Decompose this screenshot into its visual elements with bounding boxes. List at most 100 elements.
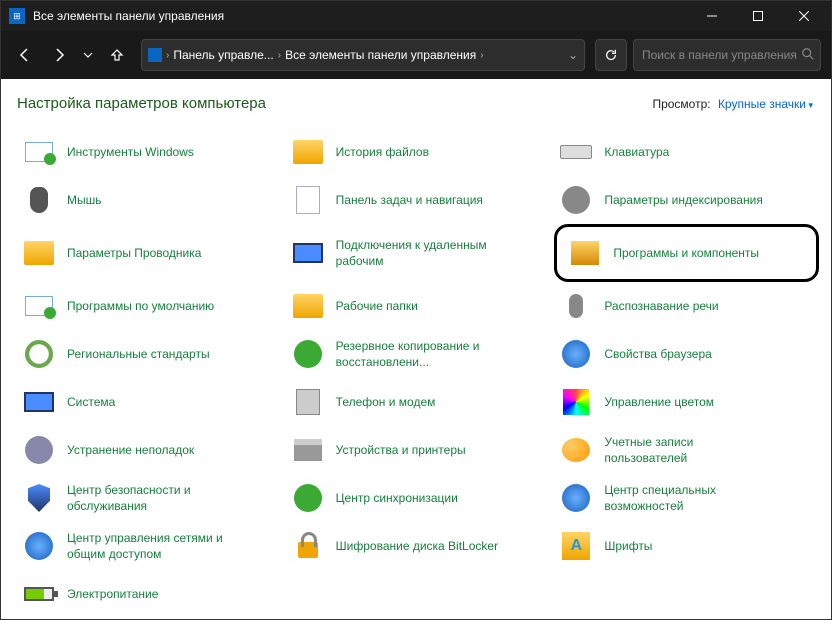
maximize-button[interactable] (735, 1, 781, 31)
item-label: Программы и компоненты (613, 245, 759, 261)
user-accounts-icon (558, 432, 594, 468)
item-mouse[interactable]: Мышь (17, 176, 282, 224)
forward-button[interactable] (45, 41, 73, 69)
item-bitlocker[interactable]: Шифрование диска BitLocker (286, 522, 551, 570)
item-security-maintenance[interactable]: Центр безопасности и обслуживания (17, 474, 282, 522)
mouse-icon (21, 182, 57, 218)
item-label: Устранение неполадок (67, 442, 194, 458)
item-remoteapp-connections[interactable]: Подключения к удаленным рабочим (286, 224, 551, 282)
item-label: Распознавание речи (604, 298, 718, 314)
keyboard-icon (558, 134, 594, 170)
window-controls (689, 1, 827, 31)
control-panel-icon (148, 48, 162, 62)
item-label: Электропитание (67, 586, 158, 602)
item-default-programs[interactable]: Программы по умолчанию (17, 282, 282, 330)
item-taskbar-navigation[interactable]: Панель задач и навигация (286, 176, 551, 224)
work-folders-icon (290, 288, 326, 324)
item-label: Система (67, 394, 115, 410)
page-heading: Настройка параметров компьютера (17, 95, 266, 112)
item-power-options[interactable]: Электропитание (17, 570, 282, 618)
item-label: Параметры индексирования (604, 192, 762, 208)
item-label: Региональные стандарты (67, 346, 210, 362)
item-network-sharing[interactable]: Центр управления сетями и общим доступом (17, 522, 282, 570)
backup-icon (290, 336, 326, 372)
view-by-control: Просмотр: Крупные значки (652, 97, 813, 111)
up-button[interactable] (103, 41, 131, 69)
item-user-accounts[interactable]: Учетные записи пользователей (554, 426, 819, 474)
item-file-history[interactable]: История файлов (286, 128, 551, 176)
item-label: Телефон и модем (336, 394, 436, 410)
item-system[interactable]: Система (17, 378, 282, 426)
item-label: Центр безопасности и обслуживания (67, 482, 237, 514)
item-label: Инструменты Windows (67, 144, 194, 160)
chevron-right-icon: › (166, 50, 169, 61)
item-label: Шифрование диска BitLocker (336, 538, 498, 554)
item-windows-tools[interactable]: Инструменты Windows (17, 128, 282, 176)
tools-icon (21, 134, 57, 170)
internet-options-icon (558, 336, 594, 372)
item-label: Программы по умолчанию (67, 298, 214, 314)
item-work-folders[interactable]: Рабочие папки (286, 282, 551, 330)
search-icon (801, 47, 815, 64)
bitlocker-icon (290, 528, 326, 564)
item-label: Центр специальных возможностей (604, 482, 774, 514)
region-icon (21, 336, 57, 372)
phone-modem-icon (290, 384, 326, 420)
item-label: Центр синхронизации (336, 490, 458, 506)
power-icon (21, 576, 57, 612)
close-button[interactable] (781, 1, 827, 31)
item-phone-modem[interactable]: Телефон и модем (286, 378, 551, 426)
ease-of-access-icon (558, 480, 594, 516)
back-button[interactable] (11, 41, 39, 69)
item-programs-and-features[interactable]: Программы и компоненты (554, 224, 819, 282)
item-sync-center[interactable]: Центр синхронизации (286, 474, 551, 522)
system-icon (21, 384, 57, 420)
minimize-button[interactable] (689, 1, 735, 31)
security-flag-icon (21, 480, 57, 516)
window-title: Все элементы панели управления (33, 9, 689, 23)
items-grid: Инструменты Windows История файлов Клави… (17, 128, 819, 618)
content-header: Настройка параметров компьютера Просмотр… (17, 95, 819, 112)
refresh-button[interactable] (595, 39, 627, 71)
app-icon: ⊞ (9, 8, 25, 24)
indexing-icon (558, 182, 594, 218)
view-by-selector[interactable]: Крупные значки (718, 97, 813, 111)
default-programs-icon (21, 288, 57, 324)
search-box[interactable] (633, 39, 821, 71)
item-color-management[interactable]: Управление цветом (554, 378, 819, 426)
troubleshooting-icon (21, 432, 57, 468)
item-label: Мышь (67, 192, 102, 208)
titlebar: ⊞ Все элементы панели управления (1, 1, 831, 31)
search-input[interactable] (642, 48, 797, 62)
item-label: Учетные записи пользователей (604, 434, 774, 466)
item-label: Свойства браузера (604, 346, 712, 362)
navigation-bar: › Панель управле... › Все элементы панел… (1, 31, 831, 79)
item-label: Клавиатура (604, 144, 669, 160)
item-speech-recognition[interactable]: Распознавание речи (554, 282, 819, 330)
fonts-icon: A (558, 528, 594, 564)
item-internet-options[interactable]: Свойства браузера (554, 330, 819, 378)
folder-options-icon (21, 235, 57, 271)
breadcrumb[interactable]: › Панель управле... › Все элементы панел… (141, 39, 585, 71)
item-label: Шрифты (604, 538, 652, 554)
breadcrumb-crumb-0[interactable]: Панель управле... (173, 48, 273, 62)
sync-icon (290, 480, 326, 516)
breadcrumb-dropdown[interactable]: ⌄ (568, 48, 578, 62)
item-ease-of-access[interactable]: Центр специальных возможностей (554, 474, 819, 522)
item-devices-printers[interactable]: Устройства и принтеры (286, 426, 551, 474)
item-label: Управление цветом (604, 394, 714, 410)
item-label: Резервное копирование и восстановлени... (336, 338, 506, 370)
item-label: Панель задач и навигация (336, 192, 483, 208)
item-troubleshooting[interactable]: Устранение неполадок (17, 426, 282, 474)
breadcrumb-crumb-1[interactable]: Все элементы панели управления (285, 48, 476, 62)
recent-locations-button[interactable] (79, 41, 97, 69)
item-fonts[interactable]: A Шрифты (554, 522, 819, 570)
item-keyboard[interactable]: Клавиатура (554, 128, 819, 176)
item-region[interactable]: Региональные стандарты (17, 330, 282, 378)
chevron-right-icon: › (278, 50, 281, 61)
item-backup-restore[interactable]: Резервное копирование и восстановлени... (286, 330, 551, 378)
item-explorer-options[interactable]: Параметры Проводника (17, 224, 282, 282)
microphone-icon (558, 288, 594, 324)
remote-desktop-icon (290, 235, 326, 271)
item-indexing-options[interactable]: Параметры индексирования (554, 176, 819, 224)
